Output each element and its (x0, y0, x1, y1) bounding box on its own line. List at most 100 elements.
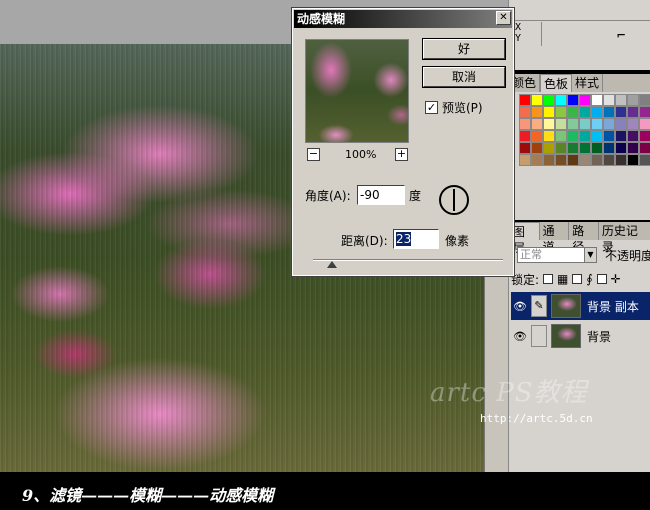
color-swatch[interactable] (639, 94, 650, 106)
color-swatch[interactable] (591, 154, 603, 166)
color-swatch[interactable] (531, 94, 543, 106)
color-swatch[interactable] (579, 94, 591, 106)
color-swatch[interactable] (603, 118, 615, 130)
ok-button[interactable]: 好 (422, 38, 506, 60)
color-swatch[interactable] (555, 154, 567, 166)
lock-row: 锁定: ▦ ∮ ✛ (511, 270, 621, 288)
color-swatch[interactable] (567, 118, 579, 130)
angle-input[interactable]: -90 (357, 185, 405, 205)
color-swatch[interactable] (591, 142, 603, 154)
color-swatch[interactable] (615, 142, 627, 154)
color-swatch[interactable] (519, 154, 531, 166)
color-swatch[interactable] (615, 94, 627, 106)
color-swatch[interactable] (591, 130, 603, 142)
color-swatch[interactable] (639, 118, 650, 130)
color-swatch[interactable] (567, 154, 579, 166)
color-swatch[interactable] (627, 130, 639, 142)
preview-checkbox[interactable]: ✓ (425, 101, 438, 114)
blend-mode-select[interactable]: 正常 ▼ (517, 247, 597, 263)
zoom-level: 100% (345, 148, 377, 161)
info-panel: X Y ⌐ (508, 0, 650, 70)
blend-row: 正常 ▼ 不透明度: (517, 246, 650, 264)
distance-slider-track[interactable] (313, 259, 503, 261)
layer-name: 背景 副本 (587, 299, 639, 314)
color-swatch[interactable] (615, 106, 627, 118)
tab-styles[interactable]: 样式 (572, 74, 604, 92)
color-swatch[interactable] (615, 154, 627, 166)
color-swatch[interactable] (531, 106, 543, 118)
color-swatch[interactable] (543, 106, 555, 118)
color-swatch[interactable] (519, 94, 531, 106)
zoom-in-button[interactable]: + (395, 148, 408, 161)
color-swatch[interactable] (627, 118, 639, 130)
color-swatch[interactable] (543, 118, 555, 130)
color-swatch[interactable] (531, 130, 543, 142)
color-swatch[interactable] (579, 118, 591, 130)
color-swatch[interactable] (519, 130, 531, 142)
eye-icon[interactable]: 👁 (511, 330, 529, 343)
tab-history[interactable]: 历史记录 (598, 222, 650, 254)
layer-row-background-copy[interactable]: 👁 ✎ 背景 副本 (511, 292, 650, 320)
color-swatch[interactable] (519, 142, 531, 154)
color-swatch[interactable] (639, 130, 650, 142)
color-swatch[interactable] (543, 154, 555, 166)
color-swatch[interactable] (579, 154, 591, 166)
color-swatch[interactable] (567, 142, 579, 154)
eye-icon[interactable]: 👁 (511, 300, 529, 313)
color-swatch[interactable] (567, 94, 579, 106)
color-swatch[interactable] (519, 118, 531, 130)
zoom-out-button[interactable]: − (307, 148, 320, 161)
preview-checkbox-row[interactable]: ✓ 预览(P) (425, 99, 483, 116)
layer-link-slot[interactable] (531, 325, 547, 347)
color-swatch[interactable] (603, 106, 615, 118)
color-swatch[interactable] (555, 94, 567, 106)
color-swatch[interactable] (555, 106, 567, 118)
color-swatch[interactable] (627, 94, 639, 106)
lock-image-checkbox[interactable] (572, 274, 583, 284)
color-swatch[interactable] (579, 106, 591, 118)
tab-paths[interactable]: 路径 (569, 222, 599, 254)
layer-row-background[interactable]: 👁 背景 (511, 322, 650, 350)
color-swatch[interactable] (615, 118, 627, 130)
color-swatch[interactable] (591, 106, 603, 118)
color-swatch[interactable] (555, 118, 567, 130)
color-swatch[interactable] (543, 142, 555, 154)
angle-dial[interactable] (439, 185, 469, 215)
tab-channels[interactable]: 通道 (539, 222, 570, 254)
color-swatch[interactable] (591, 94, 603, 106)
color-swatch[interactable] (639, 154, 650, 166)
color-swatch[interactable] (603, 94, 615, 106)
close-icon[interactable]: ✕ (496, 11, 511, 25)
lock-transparency-checkbox[interactable] (543, 274, 554, 284)
color-swatch[interactable] (603, 154, 615, 166)
color-swatch[interactable] (627, 106, 639, 118)
color-swatch[interactable] (567, 130, 579, 142)
distance-slider-thumb[interactable] (327, 261, 337, 268)
color-swatch[interactable] (627, 154, 639, 166)
step-caption: 9、滤镜———模糊———动感模糊 (0, 472, 650, 510)
color-swatch[interactable] (531, 142, 543, 154)
color-swatch[interactable] (531, 154, 543, 166)
brush-icon[interactable]: ✎ (531, 295, 547, 317)
color-swatch[interactable] (603, 130, 615, 142)
color-swatch[interactable] (615, 130, 627, 142)
cancel-button[interactable]: 取消 (422, 66, 506, 88)
tab-swatches[interactable]: 色板 (540, 74, 573, 92)
color-swatch[interactable] (627, 142, 639, 154)
color-swatch[interactable] (603, 142, 615, 154)
color-swatch[interactable] (579, 142, 591, 154)
distance-input[interactable]: 23 (393, 229, 439, 249)
color-swatch[interactable] (567, 106, 579, 118)
color-swatch[interactable] (555, 142, 567, 154)
color-swatch[interactable] (519, 106, 531, 118)
color-swatch[interactable] (543, 94, 555, 106)
color-swatch[interactable] (543, 130, 555, 142)
color-swatch[interactable] (639, 142, 650, 154)
color-swatch[interactable] (639, 106, 650, 118)
color-swatch[interactable] (579, 130, 591, 142)
filter-preview[interactable] (305, 39, 409, 143)
color-swatch[interactable] (555, 130, 567, 142)
lock-position-checkbox[interactable] (596, 274, 607, 284)
color-swatch[interactable] (591, 118, 603, 130)
color-swatch[interactable] (531, 118, 543, 130)
